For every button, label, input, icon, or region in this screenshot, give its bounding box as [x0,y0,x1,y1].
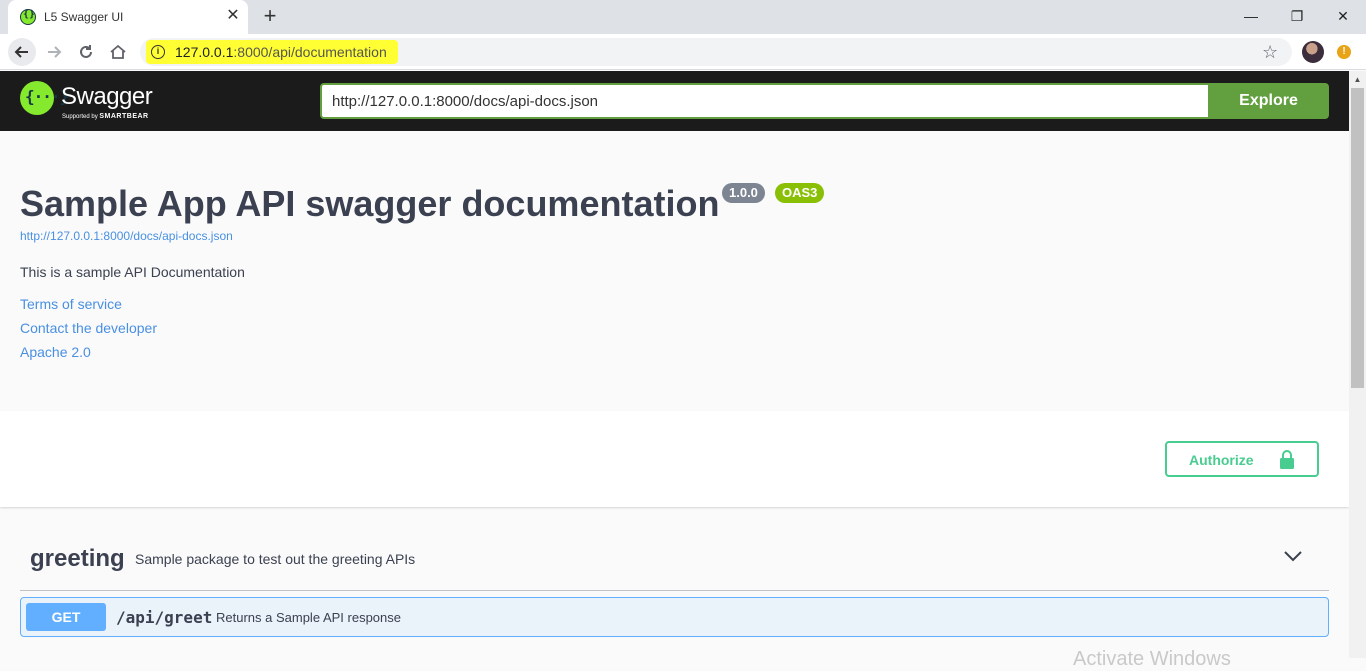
license-link[interactable]: Apache 2.0 [20,344,91,360]
back-button[interactable] [8,38,36,66]
terms-of-service-link[interactable]: Terms of service [20,296,122,312]
tag-description: Sample package to test out the greeting … [135,551,416,567]
chevron-down-icon[interactable] [1283,549,1303,563]
tab-close-icon[interactable]: ✕ [224,7,242,25]
window-close-button[interactable]: ✕ [1320,2,1366,30]
operation-path: /api/greet [116,608,213,627]
spec-url-link[interactable]: http://127.0.0.1:8000/docs/api-docs.json [20,229,233,243]
activate-windows-watermark: Activate Windows [1073,648,1231,670]
swagger-logo-icon[interactable]: {···} [20,81,69,115]
bookmark-star-icon[interactable]: ☆ [1262,42,1278,63]
reload-icon [80,45,92,58]
profile-avatar[interactable] [1302,41,1324,63]
swagger-topbar: {···} Swagger Supported by SMARTBEAR Exp… [0,71,1349,131]
scheme-container: Authorize [0,411,1349,507]
tag-section-greeting[interactable]: greeting Sample package to test out the … [20,527,1329,591]
version-badge: 1.0.0 [722,183,765,203]
update-alert-icon[interactable]: ! [1337,45,1351,59]
url-path: :8000/api/documentation [233,44,387,60]
operation-summary: Returns a Sample API response [216,610,401,625]
authorize-label: Authorize [1189,452,1254,468]
http-method-badge: GET [26,603,106,631]
tab-title: L5 Swagger UI [44,10,124,24]
new-tab-button[interactable]: + [259,5,281,28]
tag-name: greeting [30,545,125,572]
api-description: This is a sample API Documentation [20,264,245,280]
authorize-button[interactable]: Authorize [1165,441,1319,477]
home-icon [110,44,126,59]
scroll-up-arrow-icon[interactable]: ▲ [1349,71,1366,88]
forward-button[interactable] [40,38,68,66]
swagger-logo-subtitle: Supported by SMARTBEAR [62,113,149,120]
oas-badge: OAS3 [775,183,825,203]
operation-get-api-greet[interactable]: GET /api/greet Returns a Sample API resp… [20,597,1329,637]
spec-url-input[interactable] [320,83,1210,119]
back-arrow-icon [14,46,28,58]
scroll-thumb[interactable] [1351,88,1364,388]
restore-button[interactable]: ❐ [1274,2,1320,30]
logo-sub-prefix: Supported by [62,114,98,120]
swagger-logo-text: Swagger [61,83,153,110]
lock-icon [1280,450,1294,469]
page-title: Sample App API swagger documentation [20,183,720,224]
minimize-button[interactable]: — [1228,2,1274,30]
contact-developer-link[interactable]: Contact the developer [20,320,157,336]
reload-button[interactable] [72,38,100,66]
browser-tab[interactable]: L5 Swagger UI ✕ [8,0,248,34]
logo-sub-brand: SMARTBEAR [99,113,149,120]
url-host: 127.0.0.1 [175,44,234,60]
explore-button[interactable]: Explore [1208,83,1329,119]
home-button[interactable] [104,38,132,66]
browser-tab-strip: L5 Swagger UI ✕ + — ❐ ✕ [0,0,1366,34]
swagger-favicon-icon [20,9,36,25]
page-scrollbar[interactable]: ▲ [1349,71,1366,658]
address-url[interactable]: 127.0.0.1:8000/api/documentation [175,44,387,60]
forward-arrow-icon [48,46,62,58]
site-info-icon[interactable]: i [151,45,165,59]
api-info: Sample App API swagger documentation 1.0… [0,131,1349,411]
